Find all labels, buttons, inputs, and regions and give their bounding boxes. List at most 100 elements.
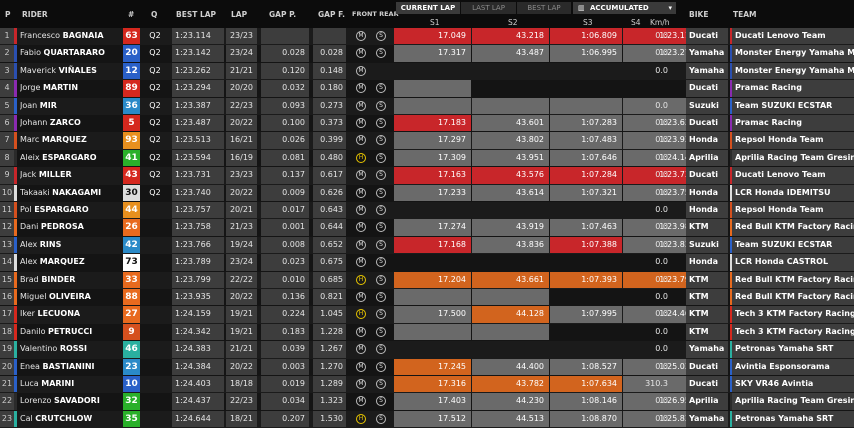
sector-s2-cell: 43.919 (472, 219, 549, 236)
sector-s2-cell: 43.487 (472, 45, 549, 62)
rider-row[interactable]: 16 Miguel OLIVEIRA 88 1:23.935 20/22 0.136 0.8… (0, 289, 854, 307)
bike-cell: Ducati (686, 167, 728, 184)
team-cell: Red Bull KTM Factory Racing (730, 289, 854, 306)
position-cell: 13 (0, 236, 14, 254)
sector-s3-cell: 1:06.995 (550, 45, 622, 62)
gap-first-cell (313, 28, 346, 45)
sector-s2-cell (472, 254, 549, 270)
rider-row[interactable]: 12 Dani PEDROSA 26 1:23.758 21/23 0.001 0.644 M… (0, 219, 854, 237)
rider-row[interactable]: 22 Lorenzo SAVADORI 32 1:24.437 22/23 0.034 1.… (0, 393, 854, 411)
header-best-lap: BEST LAP (176, 10, 217, 19)
gap-previous-cell (261, 28, 309, 45)
sector-s3-cell (550, 97, 622, 114)
qualifying-cell (145, 411, 165, 427)
rider-first-name: Dani (20, 222, 39, 232)
rider-row[interactable]: 19 Valentino ROSSI 46 1:24.383 21/21 0.039 1.2… (0, 341, 854, 359)
rider-row[interactable]: 21 Luca MARINI 10 1:24.403 18/18 0.019 1.289 M S… (0, 376, 854, 394)
lap-count-cell: 20/20 (226, 80, 257, 97)
sector-s1-cell (394, 254, 471, 270)
rider-last-name: ESPARGARO (42, 152, 97, 162)
qualifying-cell (145, 359, 165, 375)
rider-name: Jack MILLER (20, 167, 115, 183)
rider-row[interactable]: 10 Takaaki NAKAGAMI 30 Q2 1:23.740 20/22 0.009… (0, 184, 854, 202)
rider-number-badge: 5 (123, 115, 140, 132)
front-tyre-icon: M (356, 361, 366, 372)
gap-previous-cell: 0.028 (261, 45, 309, 62)
rider-row[interactable]: 6 Johann ZARCO 5 Q2 1:23.487 20/22 0.100 0.373 M… (0, 115, 854, 133)
sector-s3-cell (550, 289, 622, 305)
gap-first-cell: 0.626 (313, 184, 346, 201)
sector-s1-cell (394, 63, 471, 79)
rider-row[interactable]: 20 Enea BASTIANINI 23 1:24.384 20/22 0.003 1.2… (0, 358, 854, 376)
mode-select[interactable]: ▥ ACCUMULATED ▾ (573, 2, 676, 14)
best-lap-cell: 1:23.766 (172, 236, 224, 254)
rider-row[interactable]: 8 Aleix ESPARGARO 41 Q2 1:23.594 16/19 0.081 0.… (0, 149, 854, 168)
rider-row[interactable]: 14 Alex MARQUEZ 73 1:23.789 23/24 0.023 0.675 M… (0, 254, 854, 272)
sector-s1-cell (394, 80, 471, 97)
gap-previous-cell: 0.207 (261, 410, 309, 428)
sector-s2-cell: 43.661 (472, 271, 549, 288)
rider-row[interactable]: 17 Iker LECUONA 27 1:24.159 19/21 0.224 1.045 H… (0, 306, 854, 324)
bike-cell: Honda (686, 184, 728, 201)
gap-first-cell: 1.530 (313, 410, 346, 428)
sector-s2-cell (472, 202, 549, 218)
rear-tyre-icon: S (376, 309, 386, 320)
rider-row[interactable]: 11 Pol ESPARGARO 44 1:23.757 20/21 0.017 0.643… (0, 202, 854, 220)
rider-row[interactable]: 13 Alex RINS 42 1:23.766 19/24 0.008 0.652 M S 17… (0, 236, 854, 255)
position-cell: 21 (0, 376, 14, 393)
bike-cell: Ducati (686, 115, 728, 132)
header-q: Q (151, 10, 158, 19)
position-cell: 14 (0, 254, 14, 271)
rider-first-name: Brad (20, 274, 39, 284)
position-cell: 16 (0, 289, 14, 306)
bike-cell: Suzuki (686, 236, 728, 254)
rider-first-name: Maverick (20, 65, 57, 75)
qualifying-cell (145, 202, 165, 218)
rider-last-name: SAVADORI (53, 396, 100, 406)
best-lap-cell: 1:23.387 (172, 97, 224, 114)
rider-row[interactable]: 23 Cal CRUTCHLOW 35 1:24.644 18/21 0.207 1.530… (0, 410, 854, 428)
qualifying-cell (145, 254, 165, 270)
rider-row[interactable]: 2 Fabio QUARTARARO 20 Q2 1:23.142 23/24 0.028 0… (0, 45, 854, 63)
rear-tyre-icon: S (376, 257, 386, 268)
rider-row[interactable]: 3 Maverick VIÑALES 12 Q2 1:23.262 21/21 0.120 0… (0, 62, 854, 81)
front-tyre-icon: M (356, 344, 366, 355)
tab-best-lap[interactable]: BEST LAP (517, 2, 571, 14)
bike-cell: KTM (686, 306, 728, 323)
rider-name: Francesco BAGNAIA (20, 28, 115, 44)
qualifying-cell: Q2 (149, 100, 161, 110)
rider-name: Joan MIR (20, 98, 115, 114)
front-tyre-icon: M (356, 379, 366, 389)
sector-s2-cell: 44.513 (472, 410, 549, 428)
sector-s3-cell: 1:06.809 (550, 28, 622, 45)
sector-s3-cell: 1:07.483 (550, 132, 622, 149)
team-cell: Repsol Honda Team (730, 202, 854, 219)
best-lap-cell: 1:23.594 (172, 149, 224, 167)
rider-number-badge: 33 (123, 271, 140, 288)
sector-s1-cell: 17.049 (394, 28, 471, 45)
lap-count-cell: 19/24 (226, 236, 257, 254)
sector-s2-cell: 43.601 (472, 115, 549, 132)
gap-previous-cell: 0.039 (261, 341, 309, 358)
rider-first-name: Alex (20, 257, 38, 267)
best-lap-cell: 1:23.757 (172, 202, 224, 219)
rider-row[interactable]: 7 Marc MARQUEZ 93 Q2 1:23.513 16/21 0.026 0.399… (0, 132, 854, 150)
sector-s2-cell: 43.802 (472, 132, 549, 149)
qualifying-cell (145, 393, 165, 409)
gap-first-cell: 0.675 (313, 254, 346, 271)
rider-last-name: VIÑALES (58, 65, 97, 75)
rider-row[interactable]: 5 Joan MIR 36 Q2 1:23.387 22/23 0.093 0.273 M S 0.… (0, 97, 854, 115)
rider-row[interactable]: 9 Jack MILLER 43 Q2 1:23.731 23/23 0.137 0.617 M… (0, 167, 854, 185)
rider-row[interactable]: 1 Francesco BAGNAIA 63 Q2 1:23.114 23/23 M S 17.… (0, 28, 854, 46)
rider-row[interactable]: 18 Danilo PETRUCCI 9 1:24.342 19/21 0.183 1.22… (0, 323, 854, 342)
header-tyres: FRONT REAR (352, 10, 399, 18)
rider-row[interactable]: 15 Brad BINDER 33 1:23.799 22/22 0.010 0.685 H S… (0, 271, 854, 289)
tab-current-lap[interactable]: CURRENT LAP (396, 2, 460, 14)
bike-cell: Ducati (686, 28, 728, 45)
rider-row[interactable]: 4 Jorge MARTIN 89 Q2 1:23.294 20/20 0.032 0.180… (0, 80, 854, 98)
header-row: P RIDER # Q BEST LAP LAP GAP P. GAP F. F… (0, 0, 854, 28)
sector-s2-cell: 43.782 (472, 376, 549, 393)
front-tyre-icon: M (356, 100, 366, 111)
tab-last-lap[interactable]: LAST LAP (461, 2, 516, 14)
team-accent-bar (14, 167, 17, 184)
